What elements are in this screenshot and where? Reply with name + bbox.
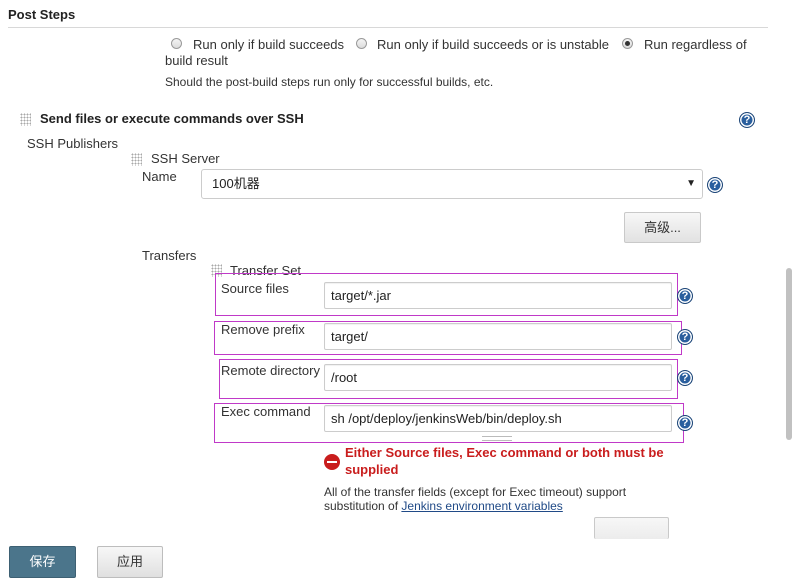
name-label: Name [142,169,177,184]
ssh-server-name-value: 100机器 [212,176,260,191]
ssh-publishers-label: SSH Publishers [27,136,119,151]
error-icon [324,454,340,470]
exec-command-textarea[interactable]: sh /opt/deploy/jenkinsWeb/bin/deploy.sh [324,405,672,432]
info-text-line1: All of the transfer fields (except for E… [324,485,627,499]
post-build-description: Should the post-build steps run only for… [165,75,494,89]
radio-label-succeeds: Run only if build succeeds [193,37,345,52]
radio-run-if-succeeds[interactable] [171,38,182,49]
ssh-server-name-select[interactable]: 100机器 ▼ [201,169,703,199]
help-icon[interactable]: ? [677,329,693,345]
remote-directory-input[interactable]: /root [324,364,672,391]
radio-run-regardless[interactable] [622,38,633,49]
help-icon[interactable]: ? [739,112,755,128]
ssh-server-label: SSH Server [151,151,220,166]
error-message-line2: supplied [345,462,399,477]
info-text-prefix: substitution of [324,499,402,513]
info-text-line2: substitution of Jenkins environment vari… [324,499,563,513]
help-icon[interactable]: ? [677,288,693,304]
vertical-scrollbar[interactable] [786,268,792,440]
help-icon[interactable]: ? [677,370,693,386]
drag-handle-icon[interactable] [131,153,142,166]
ssh-step-title: Send files or execute commands over SSH [40,111,304,126]
source-files-label: Source files [221,281,289,296]
exec-command-label: Exec command [221,404,311,419]
env-variables-link[interactable]: Jenkins environment variables [401,499,562,513]
apply-button[interactable]: 应用 [97,546,163,578]
partially-hidden-button[interactable] [594,517,669,539]
radio-label-unstable: Run only if build succeeds or is unstabl… [377,37,609,52]
radio-label-regardless-line1: Run regardless of [644,37,747,52]
section-divider [8,27,768,28]
help-icon[interactable]: ? [677,415,693,431]
remote-directory-label: Remote directory [221,363,320,378]
chevron-down-icon: ▼ [686,178,696,189]
remove-prefix-label: Remove prefix [221,322,305,337]
error-message-line1: Either Source files, Exec command or bot… [345,445,664,460]
save-button[interactable]: 保存 [9,546,76,578]
section-title: Post Steps [8,7,76,22]
remove-prefix-input[interactable]: target/ [324,323,672,350]
source-files-input[interactable]: target/*.jar [324,282,672,309]
drag-handle-icon[interactable] [20,113,31,126]
radio-run-if-succeeds-or-unstable[interactable] [356,38,367,49]
radio-label-regardless-line2: build result [165,53,228,68]
advanced-button[interactable]: 高级... [624,212,701,243]
transfers-label: Transfers [142,248,197,263]
textarea-resize-handle[interactable] [482,436,512,441]
help-icon[interactable]: ? [707,177,723,193]
